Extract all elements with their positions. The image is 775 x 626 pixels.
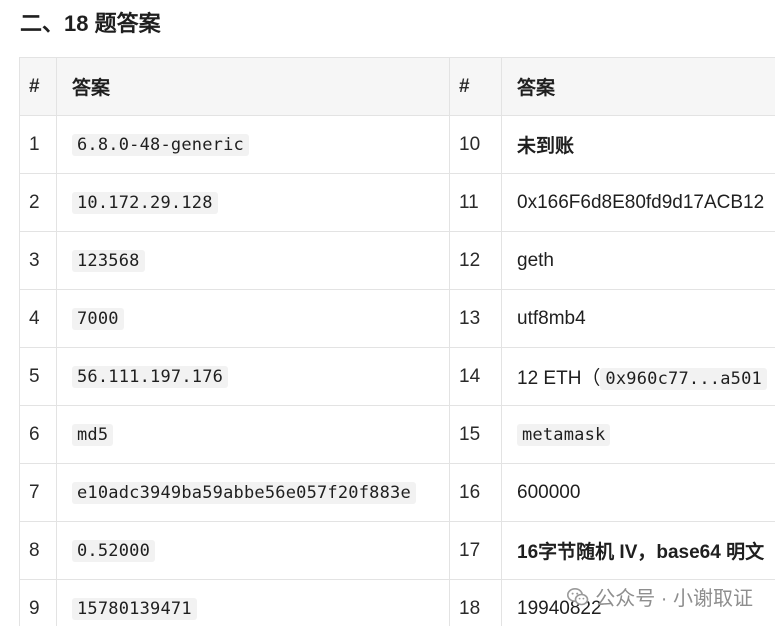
table-header-row: # 答案 # 答案: [19, 57, 775, 116]
header-answer-1: 答案: [56, 57, 450, 116]
answer-text: 16字节随机 IV，base64: [517, 542, 727, 563]
answer-code: metamask: [517, 423, 611, 446]
row-number: 1: [19, 115, 57, 174]
row-number: 7: [19, 463, 57, 522]
row-number: 15: [449, 405, 502, 464]
row-number: 9: [19, 579, 57, 626]
header-number-2: #: [449, 57, 502, 116]
header-number-1: #: [19, 57, 57, 116]
table-row: 1 6.8.0-48-generic 10 未到账: [19, 115, 775, 174]
answer-code: 15780139471: [72, 597, 197, 620]
answer-code: e10adc3949ba59abbe56e057f20f883e: [72, 481, 416, 504]
answer-text-bold: 明文: [726, 542, 765, 563]
answer-cell: 123568: [56, 231, 450, 290]
answer-text: 12 ETH（: [517, 368, 601, 389]
answer-text: geth: [517, 249, 554, 271]
answer-code: 56.111.197.176: [72, 365, 229, 388]
row-number: 3: [19, 231, 57, 290]
table-row: 2 10.172.29.128 11 0x166F6d8E80fd9d17ACB…: [19, 173, 775, 232]
row-number: 11: [449, 173, 502, 232]
answer-cell: 7000: [56, 289, 450, 348]
answer-cell: 56.111.197.176: [56, 347, 450, 406]
table-row: 5 56.111.197.176 14 12 ETH（ 0x960c77...a5…: [19, 347, 775, 406]
row-number: 12: [449, 231, 502, 290]
answer-text: 600000: [517, 481, 581, 503]
answer-text: utf8mb4: [517, 307, 586, 329]
row-number: 18: [449, 579, 502, 626]
row-number: 17: [449, 521, 502, 580]
row-number: 5: [19, 347, 57, 406]
answer-cell: metamask: [501, 405, 775, 464]
answer-table-container: # 答案 # 答案 1 6.8.0-48-generic 10 未到账 2 10…: [19, 57, 775, 626]
table-row: 7 e10adc3949ba59abbe56e057f20f883e 16 60…: [19, 463, 775, 522]
table-row: 3 123568 12 geth: [19, 231, 775, 290]
row-number: 14: [449, 347, 502, 406]
answer-cell: utf8mb4: [501, 289, 775, 348]
answer-cell: e10adc3949ba59abbe56e057f20f883e: [56, 463, 450, 522]
answer-cell: 600000: [501, 463, 775, 522]
answer-cell: 6.8.0-48-generic: [56, 115, 450, 174]
answer-code: 6.8.0-48-generic: [72, 133, 249, 156]
row-number: 2: [19, 173, 57, 232]
wallet-address-code: 0x960c77...a501: [600, 368, 767, 390]
answer-code: 7000: [72, 307, 124, 330]
answer-code: 123568: [72, 249, 145, 272]
table-row: 4 7000 13 utf8mb4: [19, 289, 775, 348]
row-number: 8: [19, 521, 57, 580]
wechat-logo-icon: [567, 587, 589, 607]
table-row: 6 md5 15 metamask: [19, 405, 775, 464]
answer-cell: 12 ETH（ 0x960c77...a501: [501, 347, 775, 406]
answer-cell: 16字节随机 IV，base64 明文: [501, 521, 775, 580]
row-number: 16: [449, 463, 502, 522]
answer-cell: 未到账: [501, 115, 775, 174]
row-number: 6: [19, 405, 57, 464]
answer-cell: 10.172.29.128: [56, 173, 450, 232]
answer-cell: md5: [56, 405, 450, 464]
table-row: 8 0.52000 17 16字节随机 IV，base64 明文: [19, 521, 775, 580]
wechat-watermark: 公众号 · 小谢取证: [567, 582, 753, 611]
row-number: 4: [19, 289, 57, 348]
answer-code: md5: [72, 423, 114, 446]
answer-cell: 0.52000: [56, 521, 450, 580]
answer-text: 未到账: [517, 136, 575, 157]
answer-code: 0.52000: [72, 539, 156, 562]
answer-cell: geth: [501, 231, 775, 290]
answer-code: 10.172.29.128: [72, 191, 218, 214]
answer-cell: 0x166F6d8E80fd9d17ACB12: [501, 173, 775, 232]
row-number: 13: [449, 289, 502, 348]
row-number: 10: [449, 115, 502, 174]
answer-text: 0x166F6d8E80fd9d17ACB12: [517, 191, 765, 213]
answer-table: # 答案 # 答案 1 6.8.0-48-generic 10 未到账 2 10…: [19, 57, 775, 626]
header-answer-2: 答案: [501, 57, 775, 116]
watermark-text: 公众号 · 小谢取证: [595, 588, 753, 610]
answer-cell: 15780139471: [56, 579, 450, 626]
section-heading: 二、18 题答案: [20, 11, 161, 36]
